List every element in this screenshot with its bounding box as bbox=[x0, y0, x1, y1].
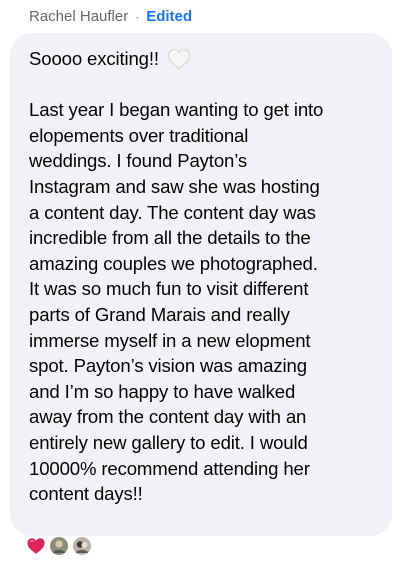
edited-label[interactable]: Edited bbox=[146, 6, 192, 28]
comment-line: 10000% recommend attending her bbox=[29, 457, 310, 479]
comment-line: immerse myself in a new elopment bbox=[29, 329, 311, 351]
meta-separator: · bbox=[135, 10, 140, 24]
comment-line: Instagram and saw she was hosting bbox=[29, 175, 320, 197]
comment-body: Soooo exciting!! Last year I began wanti… bbox=[29, 46, 378, 507]
white-heart-icon bbox=[167, 48, 191, 70]
comment-line: elopements over traditional bbox=[29, 124, 249, 146]
comment-line: Last year I began wanting to get into bbox=[29, 99, 324, 121]
avatar-reaction-2-icon bbox=[72, 536, 92, 556]
comment-line: weddings. I found Payton’s bbox=[29, 150, 247, 172]
opening-text: Soooo exciting!! bbox=[29, 48, 159, 69]
comment-line: and I’m so happy to have walked bbox=[29, 380, 296, 402]
comment-line: spot. Payton’s vision was amazing bbox=[29, 355, 307, 377]
comment-line: a content day. The content day was bbox=[29, 201, 316, 223]
comment-header: Rachel Haufler · Edited bbox=[29, 6, 192, 28]
comment-line: It was so much fun to visit different bbox=[29, 278, 309, 300]
comment-bubble: Soooo exciting!! Last year I began wanti… bbox=[10, 33, 392, 536]
comment-line: amazing couples we photographed. bbox=[29, 252, 318, 274]
comment-line: content days!! bbox=[29, 483, 143, 505]
reaction-summary[interactable] bbox=[26, 535, 95, 557]
red-heart-icon bbox=[26, 536, 46, 556]
comment-line: away from the content day with an bbox=[29, 406, 307, 428]
comment-line: parts of Grand Marais and really bbox=[29, 303, 290, 325]
comment-line: entirely new gallery to edit. I would bbox=[29, 431, 308, 453]
comment-author-name[interactable]: Rachel Haufler bbox=[29, 6, 128, 28]
avatar-reaction-1-icon bbox=[49, 536, 69, 556]
comment-opening-line: Soooo exciting!! bbox=[29, 46, 378, 72]
comment-line: incredible from all the details to the bbox=[29, 227, 311, 249]
